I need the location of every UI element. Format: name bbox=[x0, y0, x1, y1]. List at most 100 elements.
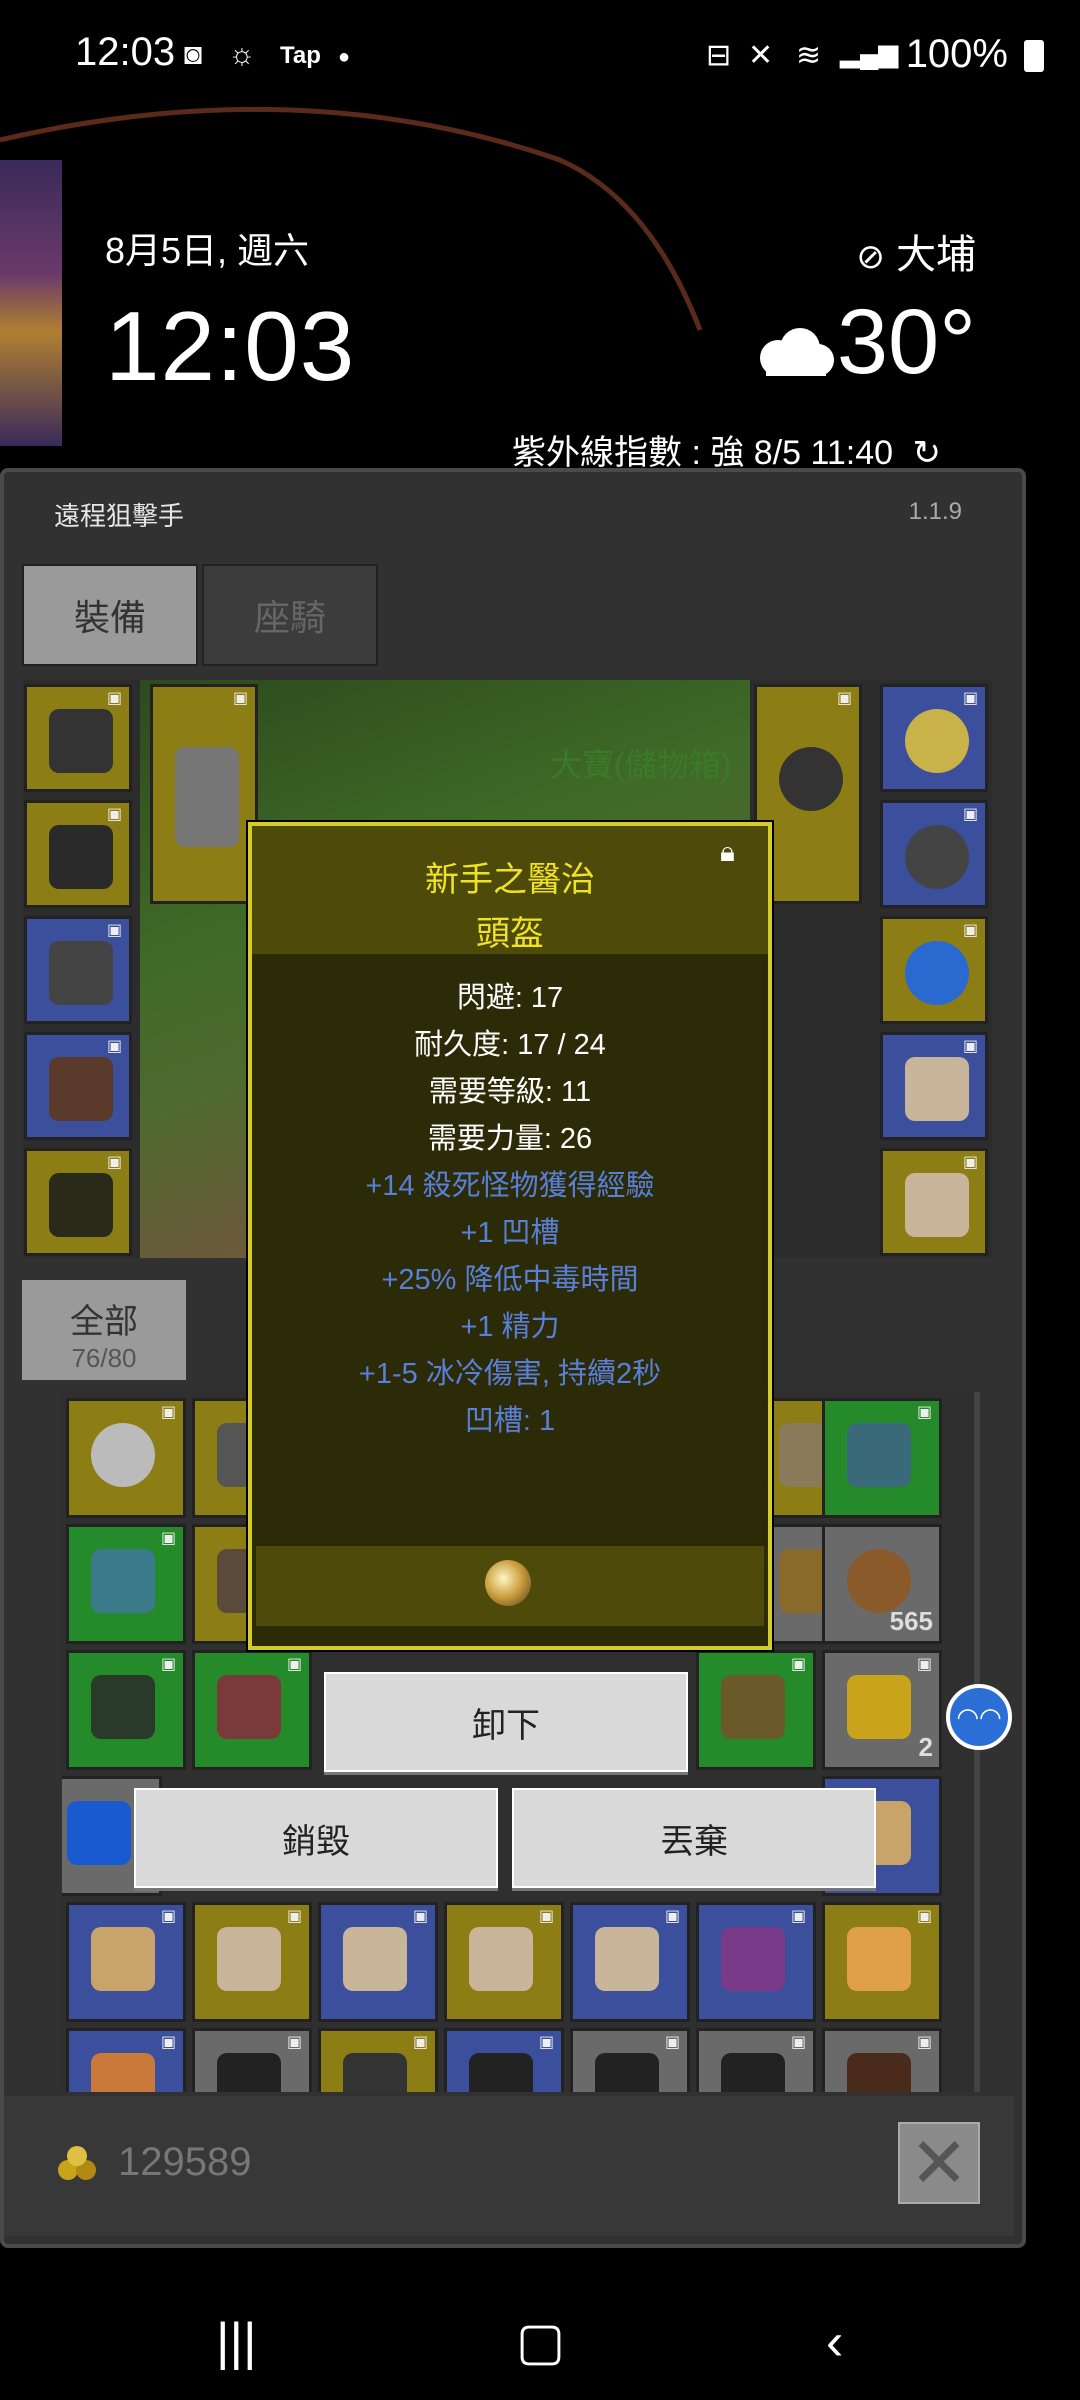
inventory-slot[interactable]: ▣ bbox=[192, 1902, 312, 2022]
socket-gem-icon[interactable] bbox=[485, 1560, 531, 1606]
clock-widget[interactable]: 12:03 bbox=[105, 290, 355, 403]
equip-slot-weapon[interactable]: ▣ bbox=[150, 684, 258, 904]
inventory-slot[interactable]: ▣ bbox=[696, 1902, 816, 2022]
inventory-slot[interactable]: ▣ bbox=[696, 1650, 816, 1770]
lock-icon: ▣ bbox=[665, 1908, 681, 1925]
inventory-slot[interactable]: ▣ bbox=[192, 1650, 312, 1770]
lock-icon: ▣ bbox=[161, 1530, 177, 1547]
lock-icon: ▣ bbox=[665, 2034, 681, 2051]
inventory-slot[interactable]: ▣ bbox=[444, 1902, 564, 2022]
app-thumbnail[interactable] bbox=[0, 160, 62, 446]
scroll-icon bbox=[217, 1927, 281, 1991]
helmet-icon bbox=[217, 2053, 281, 2092]
inventory-slot[interactable]: ▣ bbox=[66, 1398, 186, 1518]
inventory-slot[interactable]: ▣ bbox=[66, 1650, 186, 1770]
lock-icon: ▣ bbox=[963, 690, 979, 707]
wifi-icon: ≋ bbox=[796, 39, 822, 72]
armor-icon bbox=[49, 825, 113, 889]
destroy-button[interactable]: 銷毀 bbox=[134, 1788, 498, 1888]
inventory-slot[interactable]: ▣ bbox=[570, 2028, 690, 2092]
filter-all-button[interactable]: 全部 76/80 bbox=[22, 1280, 186, 1380]
inventory-slot[interactable]: ▣ bbox=[66, 1902, 186, 2022]
gold-amount: 129589 bbox=[118, 2140, 252, 2184]
scroll-icon bbox=[905, 1173, 969, 1237]
armor-icon bbox=[343, 2053, 407, 2092]
inventory-count: 76/80 bbox=[71, 1343, 137, 1373]
helmet-icon bbox=[469, 2053, 533, 2092]
equip-slot-gloves[interactable]: ▣ bbox=[24, 916, 132, 1024]
inventory-slot[interactable]: ▣ bbox=[822, 2028, 942, 2092]
armor-icon bbox=[91, 1675, 155, 1739]
equip-slot-boots[interactable]: ▣ bbox=[24, 1032, 132, 1140]
back-icon[interactable]: ‹ bbox=[826, 2312, 843, 2372]
inventory-slot[interactable]: ▣ 2 bbox=[822, 1650, 942, 1770]
equip-slot-armor[interactable]: ▣ bbox=[24, 800, 132, 908]
inventory-slot[interactable]: ▣ bbox=[318, 2028, 438, 2092]
scroll-icon bbox=[91, 1927, 155, 1991]
floating-bubble-icon[interactable]: ◠◠ bbox=[946, 1684, 1012, 1750]
equip-slot-scroll-2[interactable]: ▣ bbox=[880, 1148, 988, 1256]
lock-icon: ▣ bbox=[917, 2034, 933, 2051]
lock-icon: ▣ bbox=[963, 922, 979, 939]
inventory-slot[interactable]: ▣ bbox=[66, 1524, 186, 1644]
inventory-slot[interactable]: 565 bbox=[822, 1524, 942, 1644]
scroll-icon bbox=[847, 1927, 911, 1991]
close-button[interactable]: ✕ bbox=[898, 2122, 980, 2204]
gloves-icon bbox=[91, 1549, 155, 1613]
storage-chest-label[interactable]: 大寶(儲物箱) bbox=[550, 740, 731, 786]
sword-icon bbox=[175, 747, 239, 847]
lock-icon: ▣ bbox=[963, 1154, 979, 1171]
belt-icon bbox=[49, 1173, 113, 1237]
equip-slot-belt[interactable]: ▣ bbox=[24, 1148, 132, 1256]
lock-icon: ▣ bbox=[963, 1038, 979, 1055]
camera-icon: ◙ bbox=[184, 38, 203, 71]
lock-icon: ▣ bbox=[107, 690, 123, 707]
equip-slot-helmet[interactable]: ▣ bbox=[24, 684, 132, 792]
lock-icon: ▣ bbox=[539, 2034, 555, 2051]
scroll-icon bbox=[343, 1927, 407, 1991]
lock-icon: ▣ bbox=[791, 2034, 807, 2051]
tab-equipment[interactable]: 裝備 bbox=[22, 564, 198, 666]
scroll-icon bbox=[91, 2053, 155, 2092]
lock-icon: ▣ bbox=[287, 1908, 303, 1925]
unequip-button[interactable]: 卸下 bbox=[324, 1672, 688, 1772]
lock-icon: ▣ bbox=[917, 1656, 933, 1673]
location-label: 大埔 bbox=[896, 233, 976, 277]
lock-toggle-icon[interactable]: 🔒︎ bbox=[720, 836, 735, 869]
helmet-icon bbox=[721, 1675, 785, 1739]
inventory-slot[interactable]: ▣ bbox=[66, 2028, 186, 2092]
helmet-icon bbox=[721, 2053, 785, 2092]
lock-icon: ▣ bbox=[161, 2034, 177, 2051]
equip-slot-ring-1[interactable]: ▣ bbox=[880, 800, 988, 908]
bonus-line: +25% 降低中毒時間 bbox=[381, 1264, 639, 1296]
lock-icon: ▣ bbox=[107, 1154, 123, 1171]
version-label: 1.1.9 bbox=[908, 498, 962, 525]
bonus-line: +1-5 冰冷傷害, 持續2秒 bbox=[358, 1358, 662, 1390]
inventory-slot[interactable]: ▣ bbox=[570, 1902, 690, 2022]
location-text: ⊘ 大埔 bbox=[856, 222, 976, 280]
equip-slot-ring-2[interactable]: ▣ bbox=[880, 916, 988, 1024]
lock-icon: ▣ bbox=[963, 806, 979, 823]
home-icon[interactable]: ▢ bbox=[516, 2312, 565, 2372]
inventory-slot[interactable]: ▣ bbox=[696, 2028, 816, 2092]
bonus-line: 凹槽: 1 bbox=[464, 1405, 556, 1437]
gloves-icon bbox=[49, 941, 113, 1005]
item-count: 565 bbox=[889, 1606, 933, 1636]
equip-slot-amulet[interactable]: ▣ bbox=[880, 684, 988, 792]
lock-icon: ▣ bbox=[233, 690, 249, 707]
ore-icon bbox=[847, 1549, 911, 1613]
stat-line: 耐久度: 17 / 24 bbox=[414, 1029, 606, 1061]
inventory-slot[interactable]: ▣ bbox=[444, 2028, 564, 2092]
inventory-slot[interactable]: ▣ bbox=[822, 1902, 942, 2022]
inventory-slot[interactable]: ▣ bbox=[318, 1902, 438, 2022]
drop-button[interactable]: 丟棄 bbox=[512, 1788, 876, 1888]
inventory-slot[interactable]: ▣ bbox=[822, 1398, 942, 1518]
recent-apps-icon[interactable]: ||| bbox=[216, 2312, 257, 2372]
chest-icon bbox=[721, 1927, 785, 1991]
tab-mount[interactable]: 座騎 bbox=[202, 564, 378, 666]
inventory-slot[interactable]: ▣ bbox=[192, 2028, 312, 2092]
equip-slot-scroll-1[interactable]: ▣ bbox=[880, 1032, 988, 1140]
lock-icon: ▣ bbox=[413, 1908, 429, 1925]
lock-icon: ▣ bbox=[161, 1404, 177, 1421]
refresh-icon[interactable]: ↻ bbox=[913, 434, 942, 472]
